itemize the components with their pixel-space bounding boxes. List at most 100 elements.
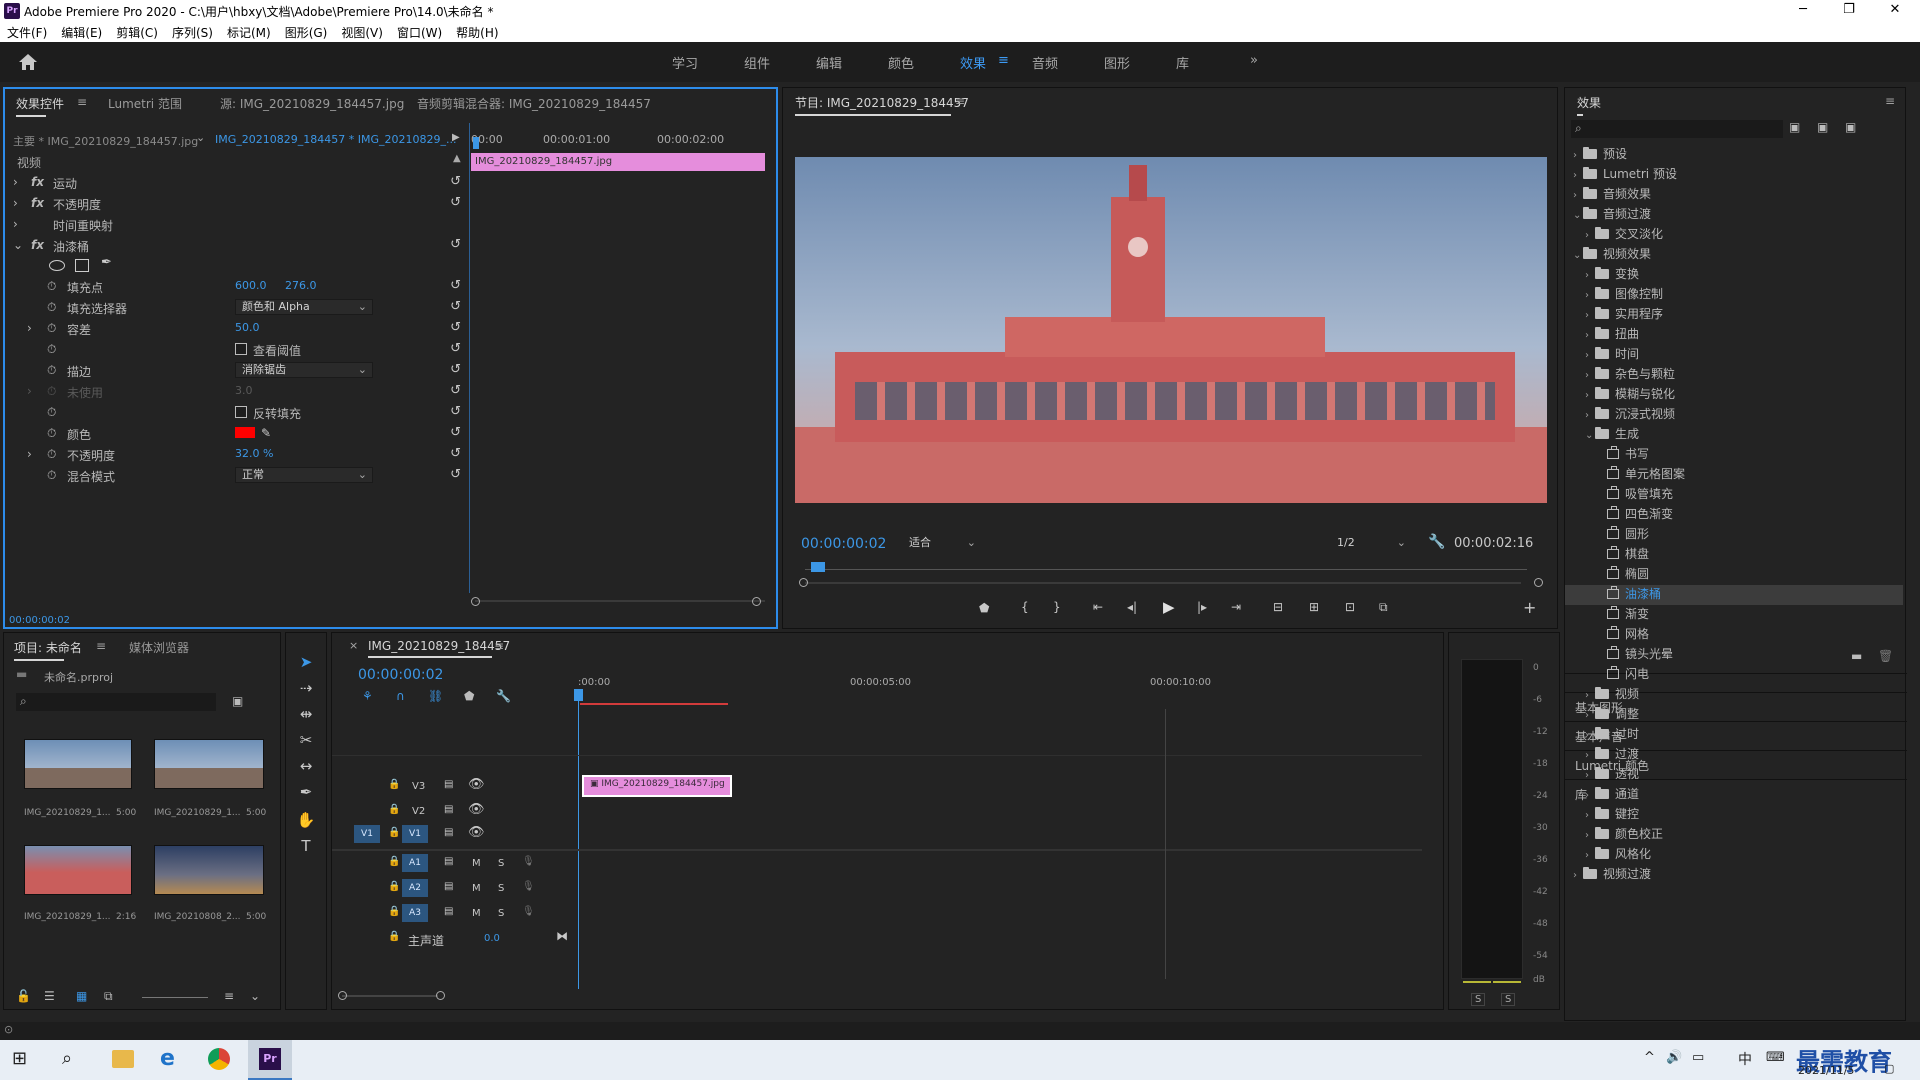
- mark-out-icon[interactable]: }: [1053, 600, 1061, 614]
- export-frame-icon[interactable]: ⊡: [1345, 600, 1355, 614]
- vertical-zoom-bar[interactable]: [1165, 709, 1166, 979]
- effects-tree-item[interactable]: › Lumetri 预设: [1565, 165, 1903, 185]
- effects-tree-item[interactable]: › 颜色校正: [1565, 825, 1903, 845]
- tab-media-browser[interactable]: 媒体浏览器: [129, 639, 189, 656]
- sort-icon[interactable]: ≡: [224, 989, 234, 1003]
- workspace-audio[interactable]: 音频: [1032, 53, 1058, 72]
- snap-icon[interactable]: ∩: [396, 689, 405, 703]
- effect-row-opacity[interactable]: › fx 不透明度 ↺: [13, 193, 465, 213]
- list-view-icon[interactable]: ☰: [44, 989, 55, 1003]
- chevron-right-icon[interactable]: ›: [1585, 830, 1595, 841]
- chevron-down-icon[interactable]: ⌄: [1585, 430, 1595, 441]
- notification-icon[interactable]: ▢: [1884, 1062, 1894, 1075]
- effects-tree-item[interactable]: › 时间: [1565, 345, 1903, 365]
- timeline-zoom-right[interactable]: [436, 991, 445, 1000]
- program-monitor-title[interactable]: 节目: IMG_20210829_184457: [795, 94, 969, 116]
- nest-icon[interactable]: ⚘: [362, 689, 373, 703]
- program-playhead[interactable]: [811, 562, 825, 572]
- workspace-libraries[interactable]: 库: [1176, 53, 1189, 72]
- ec-playhead[interactable]: [473, 137, 479, 149]
- accelerated-effects-icon[interactable]: ▣: [1789, 120, 1800, 134]
- timeline-clip[interactable]: ▣ IMG_20210829_184457.jpg: [582, 775, 732, 797]
- menu-marker[interactable]: 标记(M): [220, 22, 278, 41]
- chevron-right-icon[interactable]: ›: [1585, 750, 1595, 761]
- stopwatch-icon[interactable]: ⏱: [47, 279, 56, 294]
- effects-tree-item[interactable]: › 键控: [1565, 805, 1903, 825]
- find-icon[interactable]: ▣: [232, 694, 243, 708]
- search-icon[interactable]: ⌕: [62, 1048, 72, 1069]
- effects-tree-item[interactable]: ⌄ 生成: [1565, 425, 1903, 445]
- program-current-time[interactable]: 00:00:00:02: [801, 536, 886, 552]
- chevron-right-icon[interactable]: ›: [1585, 310, 1595, 321]
- effect-row-time-remap[interactable]: › 时间重映射: [13, 214, 465, 234]
- effects-tree-item[interactable]: › 风格化: [1565, 845, 1903, 865]
- fit-dropdown[interactable]: 适合 ⌄: [903, 536, 981, 552]
- effects-tree-item[interactable]: › 过时: [1565, 725, 1903, 745]
- extract-icon[interactable]: ⊞: [1309, 600, 1319, 614]
- panel-menu-icon[interactable]: ≡: [96, 639, 106, 653]
- tab-audio-clip-mixer[interactable]: 音频剪辑混合器: IMG_20210829_184457: [417, 95, 651, 112]
- ripple-edit-tool-icon[interactable]: ⇹: [296, 705, 316, 725]
- fill-selector-dropdown[interactable]: 颜色和 Alpha ⌄: [235, 299, 373, 315]
- settings-wrench-icon[interactable]: 🔧: [1428, 534, 1445, 550]
- linked-selection-icon[interactable]: ⛓: [428, 689, 443, 703]
- slip-tool-icon[interactable]: ↔: [296, 757, 316, 777]
- chevron-right-icon[interactable]: ›: [1585, 810, 1595, 821]
- chevron-right-icon[interactable]: ›: [1585, 850, 1595, 861]
- mute-button[interactable]: M: [472, 883, 481, 894]
- sync-lock-icon[interactable]: ▤: [444, 906, 453, 917]
- program-zoom-left[interactable]: [799, 578, 808, 587]
- color-swatch[interactable]: [235, 427, 255, 438]
- panel-menu-icon[interactable]: ≡: [1885, 94, 1895, 108]
- effect-row-paint-bucket[interactable]: ⌄ fx 油漆桶 ↺: [13, 235, 465, 255]
- effects-tree-item[interactable]: › 视频: [1565, 685, 1903, 705]
- program-video-frame[interactable]: [795, 157, 1547, 503]
- ec-zoom-handle-left[interactable]: [471, 597, 480, 606]
- blend-mode-dropdown[interactable]: 正常 ⌄: [235, 467, 373, 483]
- track-select-tool-icon[interactable]: ⇢: [296, 679, 316, 699]
- network-icon[interactable]: ▭: [1692, 1050, 1704, 1065]
- play-icon[interactable]: ▶: [1163, 598, 1175, 616]
- sync-lock-icon[interactable]: ▤: [444, 779, 453, 790]
- chevron-right-icon[interactable]: ›: [1585, 690, 1595, 701]
- stopwatch-icon[interactable]: ⏱: [47, 468, 56, 483]
- effects-tree-item[interactable]: 网格: [1565, 625, 1903, 645]
- chevron-right-icon[interactable]: ›: [1585, 350, 1595, 361]
- track-target-a1[interactable]: A1: [402, 854, 428, 872]
- reset-icon[interactable]: ↺: [450, 362, 461, 377]
- reset-icon[interactable]: ↺: [450, 425, 461, 440]
- pen-tool-icon[interactable]: ✒: [296, 783, 316, 803]
- tab-lumetri-scopes[interactable]: Lumetri 范围: [108, 95, 182, 112]
- menu-help[interactable]: 帮助(H): [449, 22, 505, 41]
- lock-icon[interactable]: 🔒: [388, 881, 400, 892]
- chevron-right-icon[interactable]: ›: [1585, 770, 1595, 781]
- chevron-right-icon[interactable]: ›: [1585, 270, 1595, 281]
- effects-tree-item[interactable]: › 杂色与颗粒: [1565, 365, 1903, 385]
- reset-icon[interactable]: ↺: [450, 299, 461, 314]
- stopwatch-icon[interactable]: ⏱: [47, 447, 56, 462]
- ime-indicator[interactable]: 中: [1738, 1049, 1752, 1069]
- effect-row-motion[interactable]: › fx 运动 ↺: [13, 172, 465, 192]
- sync-lock-icon[interactable]: ▤: [444, 881, 453, 892]
- play-only-audio-icon[interactable]: ▶: [452, 132, 460, 143]
- sequence-clip-label[interactable]: IMG_20210829_184457 * IMG_20210829_...: [215, 133, 456, 146]
- rectangle-mask-icon[interactable]: [75, 259, 89, 272]
- tray-expand-icon[interactable]: ^: [1644, 1050, 1655, 1065]
- master-clip-label[interactable]: 主要 * IMG_20210829_184457.jpg: [13, 133, 198, 149]
- go-to-out-icon[interactable]: ⇥: [1231, 600, 1241, 614]
- tab-project[interactable]: 项目: 未命名: [14, 639, 82, 661]
- effects-search-input[interactable]: ⌕: [1571, 120, 1783, 138]
- mute-button[interactable]: M: [472, 908, 481, 919]
- reset-icon[interactable]: ↺: [450, 174, 461, 189]
- pen-mask-icon[interactable]: ✒: [101, 255, 112, 270]
- resolution-dropdown[interactable]: 1/2 ⌄: [1331, 536, 1411, 552]
- step-forward-icon[interactable]: |▸: [1197, 600, 1207, 614]
- effects-tree-item[interactable]: 棋盘: [1565, 545, 1903, 565]
- panel-menu-icon[interactable]: ≡: [955, 94, 965, 108]
- restore-icon[interactable]: ❐: [1826, 0, 1872, 22]
- stopwatch-icon[interactable]: ⏱: [47, 342, 56, 357]
- effects-tree-item[interactable]: › 实用程序: [1565, 305, 1903, 325]
- volume-icon[interactable]: 🔊: [1666, 1050, 1682, 1065]
- lock-icon[interactable]: 🔒: [388, 827, 400, 838]
- timeline-playhead[interactable]: [574, 689, 583, 701]
